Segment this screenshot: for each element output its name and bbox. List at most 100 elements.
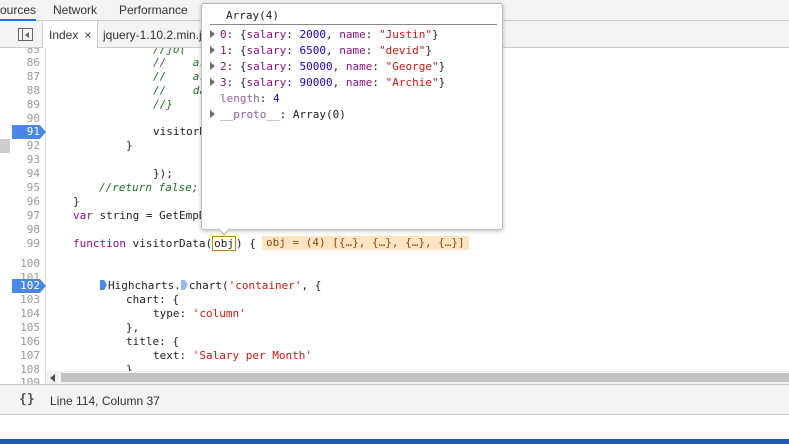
line-number[interactable]: 98 [0, 223, 40, 237]
inline-variable-value[interactable]: obj = (4) [{…}, {…}, {…}, {…}] [262, 236, 469, 250]
entry-salary: 2000 [299, 28, 327, 41]
inline-breakpoint-icon[interactable] [100, 280, 107, 290]
code-line: } [73, 195, 80, 208]
code-line: }); [153, 167, 173, 180]
close-icon[interactable]: × [84, 28, 91, 42]
toggle-navigator-icon[interactable] [18, 28, 33, 41]
code-line: }, [126, 321, 140, 334]
taskbar-edge [0, 439, 789, 444]
code-line: } [126, 139, 133, 152]
line-number[interactable]: 97 [0, 209, 40, 223]
code-text: string = GetEmpD [92, 209, 206, 222]
code-line: // da [153, 84, 206, 97]
popover-title: Array(4) [226, 9, 279, 22]
code-text: chart( [188, 279, 229, 292]
line-number[interactable]: 103 [0, 293, 40, 307]
array-proto[interactable]: __proto__: Array(0) [210, 107, 346, 123]
scroll-left-icon[interactable] [50, 374, 55, 382]
pretty-print-button[interactable]: {} [19, 392, 35, 407]
code-line: visitorD [153, 125, 206, 138]
code-line: // ar [153, 70, 206, 83]
console-drawer [0, 414, 789, 439]
expand-triangle-icon[interactable] [210, 78, 215, 86]
line-number[interactable]: 109 [0, 376, 40, 384]
line-number[interactable]: 89 [0, 98, 40, 112]
scrollbar-thumb[interactable] [61, 373, 789, 382]
cursor-position: Line 114, Column 37 [50, 394, 160, 408]
file-tab-jquery[interactable]: jquery-1.10.2.min.js [103, 21, 208, 48]
line-number[interactable]: 105 [0, 321, 40, 335]
line-gutter[interactable]: 85 86 87 88 89 90 91 92 93 94 95 96 97 9… [0, 48, 46, 384]
editor-status-bar: {} Line 114, Column 37 [0, 384, 789, 414]
popover-divider [210, 24, 497, 25]
tab-performance[interactable]: Performance [119, 3, 188, 17]
code-line-97: var string = GetEmpD [73, 209, 205, 223]
string-literal: 'Salary per Month' [192, 349, 312, 362]
expand-triangle-icon[interactable] [210, 62, 215, 70]
line-number[interactable]: 104 [0, 307, 40, 321]
proto-value: Array(0) [292, 108, 346, 121]
file-tab-index[interactable]: Index × [42, 21, 99, 49]
code-line: //} [153, 98, 173, 111]
line-number[interactable]: 96 [0, 195, 40, 209]
horizontal-scrollbar[interactable] [46, 371, 789, 384]
tab-sources[interactable]: ources [0, 3, 37, 21]
line-number: 102 [20, 279, 40, 292]
line-number[interactable]: 87 [0, 70, 40, 84]
expand-triangle-icon[interactable] [210, 46, 215, 54]
line-number[interactable]: 100 [0, 257, 40, 271]
breakpoint-line-102[interactable]: 102 [0, 279, 46, 293]
code-text: text: [153, 349, 193, 362]
length-label: length [220, 92, 260, 105]
line-number[interactable]: 94 [0, 167, 40, 181]
expand-triangle-icon[interactable] [210, 30, 215, 38]
code-line: title: { [126, 335, 179, 348]
line-number[interactable]: 108 [0, 363, 40, 377]
code-text: ) { [235, 237, 256, 250]
hovered-variable[interactable]: obj [212, 236, 236, 251]
keyword: var [73, 209, 93, 222]
code-text: Highcharts. [108, 279, 181, 292]
entry-salary: 90000 [299, 76, 333, 89]
code-line-102: Highcharts. chart('container', { [100, 279, 321, 293]
array-entry[interactable]: 1: {salary: 6500, name: "devid"} [210, 43, 432, 59]
entry-salary: 6500 [299, 44, 327, 57]
code-line-104: type: 'column' [153, 307, 246, 321]
length-value: 4 [273, 92, 280, 105]
entry-name: "Archie" [385, 76, 439, 89]
breakpoint-line-91[interactable]: 91 [0, 125, 46, 139]
line-number[interactable]: 90 [0, 112, 40, 126]
entry-index: 0 [220, 28, 227, 41]
entry-name: "George" [385, 60, 439, 73]
expand-triangle-icon[interactable] [210, 110, 215, 118]
inline-breakpoint-icon[interactable] [180, 280, 188, 290]
code-text: type: [153, 307, 193, 320]
line-number[interactable]: 93 [0, 153, 40, 167]
array-entry[interactable]: 2: {salary: 50000, name: "George"} [210, 59, 445, 75]
line-number[interactable]: 99 [0, 237, 40, 251]
keyword: function [73, 237, 126, 250]
code-text: , { [301, 279, 322, 292]
line-number[interactable]: 86 [0, 56, 40, 70]
entry-name: "devid" [379, 44, 426, 57]
string-literal: 'container' [228, 279, 302, 292]
entry-index: 2 [220, 60, 227, 73]
code-line-107: text: 'Salary per Month' [153, 349, 312, 363]
tab-network[interactable]: Network [53, 3, 97, 17]
proto-label: __proto__ [220, 108, 280, 121]
entry-index: 1 [220, 44, 227, 57]
code-line: //return false; [99, 181, 199, 194]
array-entry[interactable]: 0: {salary: 2000, name: "Justin"} [210, 27, 439, 43]
code-text: visitorData( [125, 237, 213, 250]
object-preview-popover: Array(4) 0: {salary: 2000, name: "Justin… [201, 3, 503, 230]
entry-name: "Justin" [379, 28, 432, 41]
array-entry[interactable]: 3: {salary: 90000, name: "Archie"} [210, 75, 445, 91]
popover-pointer-inner [219, 228, 229, 234]
line-number: 91 [26, 125, 40, 138]
line-number[interactable]: 107 [0, 349, 40, 363]
line-number[interactable]: 95 [0, 181, 40, 195]
line-number[interactable]: 106 [0, 335, 40, 349]
line-number[interactable]: 92 [0, 139, 40, 153]
line-number[interactable]: 88 [0, 84, 40, 98]
array-length: length: 4 [220, 92, 280, 105]
